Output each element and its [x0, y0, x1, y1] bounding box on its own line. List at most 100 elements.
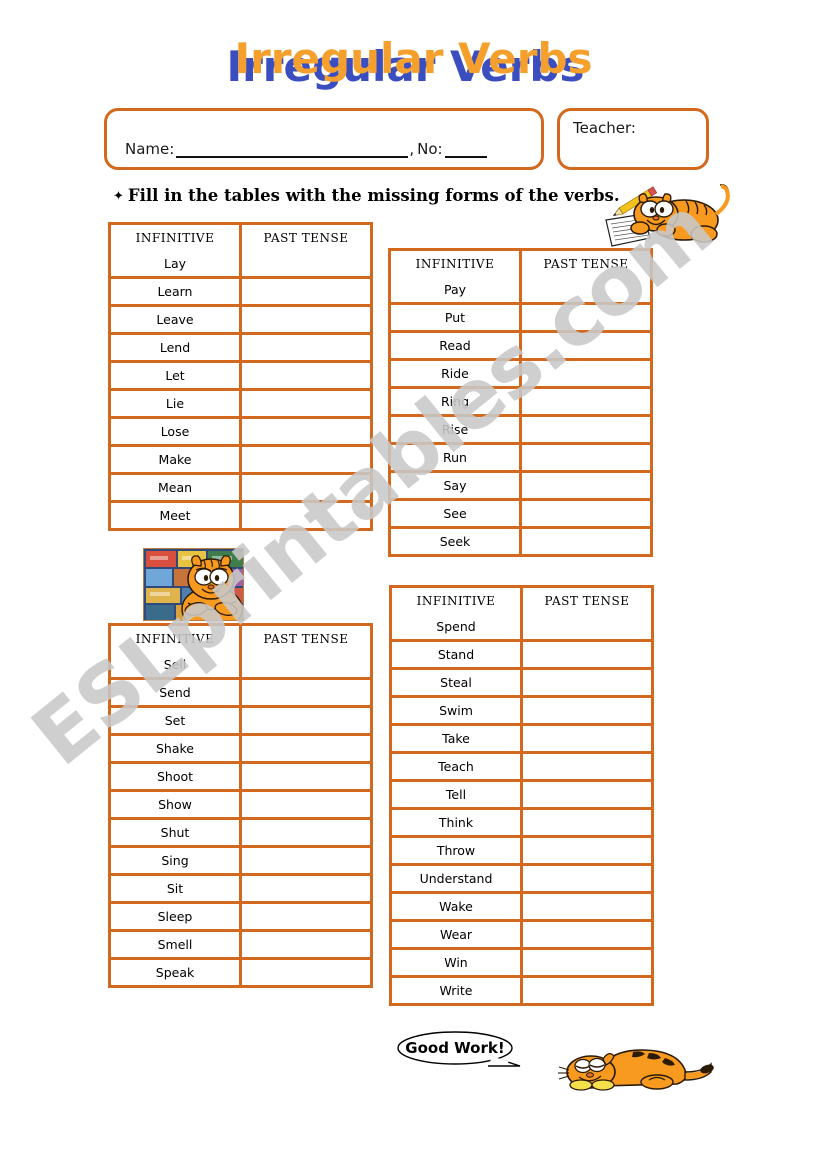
verb-past-tense-cell[interactable] — [521, 696, 651, 726]
verb-past-tense-cell[interactable] — [520, 331, 650, 361]
verb-infinitive-cell: Shoot — [111, 762, 242, 792]
verb-past-tense-cell[interactable] — [521, 948, 651, 978]
verb-infinitive-cell: Rise — [391, 415, 522, 445]
verb-past-tense-cell[interactable] — [240, 818, 370, 848]
verb-past-tense-cell[interactable] — [240, 361, 370, 391]
name-input-blank[interactable] — [176, 143, 409, 158]
verb-infinitive-cell: Wake — [392, 892, 523, 922]
verb-infinitive-cell: Learn — [111, 277, 242, 307]
verb-past-tense-cell[interactable] — [521, 668, 651, 698]
verb-past-tense-cell[interactable] — [240, 417, 370, 447]
verb-infinitive-cell: Meet — [111, 501, 242, 528]
verb-past-tense-cell[interactable] — [520, 527, 650, 554]
table-row: Sit — [111, 874, 370, 904]
verb-past-tense-cell[interactable] — [521, 780, 651, 810]
verb-past-tense-cell[interactable] — [240, 389, 370, 419]
table-row: See — [391, 499, 650, 529]
header-infinitive: INFINITIVE — [111, 225, 242, 251]
table-row: Put — [391, 303, 650, 333]
verb-past-tense-cell[interactable] — [521, 892, 651, 922]
verb-past-tense-cell[interactable] — [520, 277, 650, 305]
verb-past-tense-cell[interactable] — [240, 333, 370, 363]
verb-past-tense-cell[interactable] — [521, 614, 651, 642]
table-row: Sleep — [111, 902, 370, 932]
verb-past-tense-cell[interactable] — [520, 415, 650, 445]
verb-past-tense-cell[interactable] — [521, 864, 651, 894]
teacher-field-box[interactable]: Teacher: — [557, 108, 709, 170]
verb-infinitive-cell: Shake — [111, 734, 242, 764]
verb-past-tense-cell[interactable] — [520, 387, 650, 417]
table-row: Seek — [391, 527, 650, 554]
verb-infinitive-cell: Teach — [392, 752, 523, 782]
garfield-sleeping-image — [537, 1036, 717, 1096]
verb-past-tense-cell[interactable] — [240, 902, 370, 932]
verb-past-tense-cell[interactable] — [240, 277, 370, 307]
table-row: Teach — [392, 752, 651, 782]
table-row: Win — [392, 948, 651, 978]
verb-past-tense-cell[interactable] — [240, 501, 370, 528]
verb-past-tense-cell[interactable] — [240, 930, 370, 960]
verb-past-tense-cell[interactable] — [240, 678, 370, 708]
table-row: Lay — [111, 251, 370, 279]
table-row: Think — [392, 808, 651, 838]
name-line: Name: , No: — [125, 140, 487, 158]
verb-past-tense-cell[interactable] — [521, 976, 651, 1003]
verb-past-tense-cell[interactable] — [520, 303, 650, 333]
verb-past-tense-cell[interactable] — [240, 652, 370, 680]
verb-past-tense-cell[interactable] — [521, 640, 651, 670]
table-row: Run — [391, 443, 650, 473]
verb-past-tense-cell[interactable] — [240, 790, 370, 820]
verb-past-tense-cell[interactable] — [520, 443, 650, 473]
table-row: Rise — [391, 415, 650, 445]
verb-past-tense-cell[interactable] — [520, 359, 650, 389]
verb-past-tense-cell[interactable] — [240, 706, 370, 736]
verb-past-tense-cell[interactable] — [240, 251, 370, 279]
table-row: Mean — [111, 473, 370, 503]
table-row: Lose — [111, 417, 370, 447]
verb-past-tense-cell[interactable] — [520, 471, 650, 501]
comma-separator: , — [409, 140, 415, 158]
instruction-text: Fill in the tables with the missing form… — [127, 186, 620, 205]
table-row: Wear — [392, 920, 651, 950]
verb-past-tense-cell[interactable] — [240, 473, 370, 503]
table-row: Wake — [392, 892, 651, 922]
table-row: Say — [391, 471, 650, 501]
verb-infinitive-cell: Put — [391, 303, 522, 333]
verb-infinitive-cell: Show — [111, 790, 242, 820]
name-label: Name: — [125, 140, 175, 158]
verb-past-tense-cell[interactable] — [240, 958, 370, 985]
verb-infinitive-cell: Say — [391, 471, 522, 501]
verb-infinitive-cell: Take — [392, 724, 523, 754]
name-field-box[interactable]: Name: , No: — [104, 108, 544, 170]
header-infinitive: INFINITIVE — [391, 251, 522, 277]
verb-past-tense-cell[interactable] — [240, 445, 370, 475]
table-row: Set — [111, 706, 370, 736]
table-row: Write — [392, 976, 651, 1003]
table-row: Send — [111, 678, 370, 708]
verb-past-tense-cell[interactable] — [521, 808, 651, 838]
table-row: Sell — [111, 652, 370, 680]
verb-past-tense-cell[interactable] — [240, 846, 370, 876]
table-row: Make — [111, 445, 370, 475]
verb-infinitive-cell: Throw — [392, 836, 523, 866]
verb-infinitive-cell: Lie — [111, 389, 242, 419]
verb-past-tense-cell[interactable] — [240, 762, 370, 792]
verb-infinitive-cell: Lose — [111, 417, 242, 447]
header-past-tense: PAST TENSE — [240, 626, 370, 652]
page-title-main: Irregular Verbs — [234, 34, 593, 83]
table-row: Lend — [111, 333, 370, 363]
verb-past-tense-cell[interactable] — [520, 499, 650, 529]
verb-infinitive-cell: Mean — [111, 473, 242, 503]
verb-past-tense-cell[interactable] — [521, 724, 651, 754]
verb-past-tense-cell[interactable] — [521, 836, 651, 866]
verb-past-tense-cell[interactable] — [521, 752, 651, 782]
verb-past-tense-cell[interactable] — [240, 305, 370, 335]
verb-infinitive-cell: Tell — [392, 780, 523, 810]
verb-infinitive-cell: Ring — [391, 387, 522, 417]
verb-infinitive-cell: Read — [391, 331, 522, 361]
number-input-blank[interactable] — [444, 143, 487, 158]
table-header-row: INFINITIVE PAST TENSE — [111, 626, 370, 652]
verb-past-tense-cell[interactable] — [521, 920, 651, 950]
verb-past-tense-cell[interactable] — [240, 734, 370, 764]
verb-past-tense-cell[interactable] — [240, 874, 370, 904]
